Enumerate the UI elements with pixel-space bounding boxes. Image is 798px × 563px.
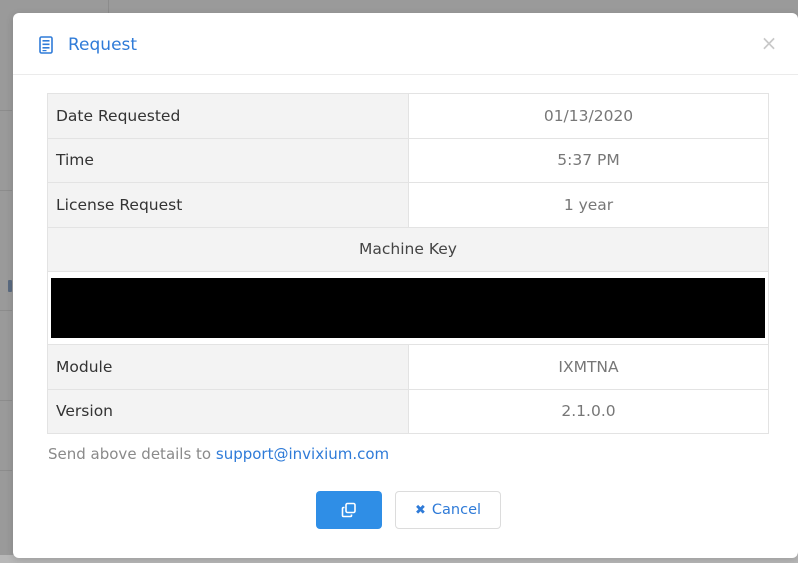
row-value: 5:37 PM bbox=[408, 137, 769, 183]
table-row: Version 2.1.0.0 bbox=[47, 388, 769, 434]
background-divider bbox=[0, 190, 12, 191]
send-note: Send above details to support@invixium.c… bbox=[48, 445, 389, 463]
table-row: Time 5:37 PM bbox=[47, 137, 769, 183]
row-value: 01/13/2020 bbox=[408, 93, 769, 139]
background-divider bbox=[0, 470, 12, 471]
copy-button[interactable] bbox=[316, 491, 382, 529]
close-icon: ✖ bbox=[414, 502, 426, 518]
table-row: Module IXMTNA bbox=[47, 344, 769, 390]
request-modal: Request × Date Requested 01/13/2020 Time… bbox=[13, 13, 798, 558]
background-divider bbox=[0, 110, 12, 111]
machine-key-cell bbox=[47, 271, 769, 345]
row-value: 2.1.0.0 bbox=[408, 388, 769, 434]
close-icon[interactable]: × bbox=[758, 32, 780, 54]
row-label: Date Requested bbox=[47, 93, 409, 139]
table-row: Machine Key bbox=[47, 226, 769, 272]
details-table: Date Requested 01/13/2020 Time 5:37 PM L… bbox=[47, 93, 769, 434]
row-label: Time bbox=[47, 137, 409, 183]
row-value: IXMTNA bbox=[408, 344, 769, 390]
table-row bbox=[47, 271, 769, 345]
background-divider bbox=[0, 310, 12, 311]
table-row: License Request 1 year bbox=[47, 182, 769, 228]
row-label: Module bbox=[47, 344, 409, 390]
cancel-label: Cancel bbox=[431, 502, 482, 518]
background-marker bbox=[8, 280, 12, 292]
row-value: 1 year bbox=[408, 182, 769, 228]
modal-header: Request × bbox=[13, 13, 798, 75]
machine-key-redacted bbox=[51, 278, 765, 338]
send-note-text: Send above details to bbox=[48, 445, 216, 463]
background-divider bbox=[0, 400, 12, 401]
document-icon bbox=[39, 36, 53, 54]
copy-icon bbox=[316, 502, 382, 518]
cancel-button[interactable]: ✖ Cancel bbox=[395, 491, 501, 529]
support-email-link[interactable]: support@invixium.com bbox=[216, 445, 389, 463]
modal-title: Request bbox=[68, 35, 138, 55]
row-label: License Request bbox=[47, 182, 409, 228]
machine-key-header: Machine Key bbox=[47, 226, 769, 272]
table-row: Date Requested 01/13/2020 bbox=[47, 93, 769, 139]
row-label: Version bbox=[47, 388, 409, 434]
